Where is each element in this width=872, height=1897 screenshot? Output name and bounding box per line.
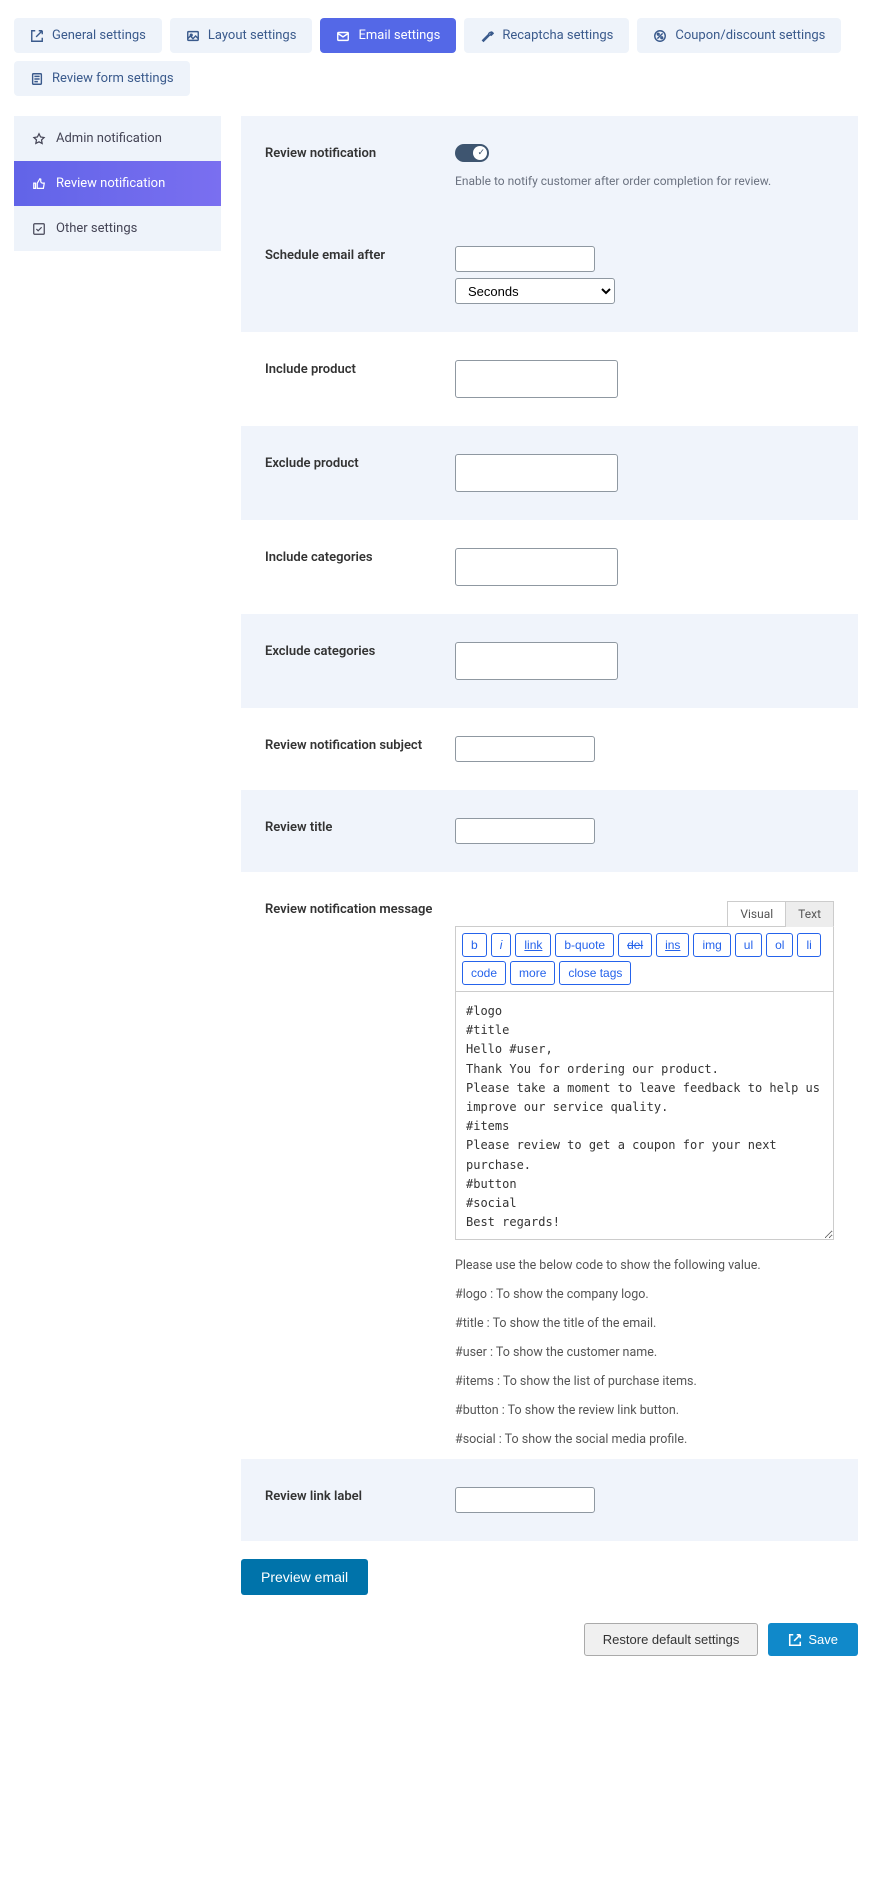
textarea-message[interactable]: #logo #title Hello #user, Thank You for …: [455, 992, 834, 1240]
row-include-product: Include product: [241, 332, 858, 426]
tbtn-ul[interactable]: ul: [735, 933, 762, 957]
top-tabs: General settings Layout settings Email s…: [14, 18, 858, 96]
tab-label: Recaptcha settings: [502, 28, 613, 43]
tbtn-close-tags[interactable]: close tags: [559, 961, 631, 985]
percent-icon: [653, 29, 667, 43]
sidebar: Admin notification Review notification O…: [14, 116, 221, 1656]
editor-toolbar: b i link b-quote del ins img ul ol li co…: [455, 926, 834, 992]
editor-tabs: Visual Text: [455, 900, 834, 926]
input-include-categories[interactable]: [455, 548, 618, 586]
tbtn-italic[interactable]: i: [491, 933, 512, 957]
tbtn-link[interactable]: link: [515, 933, 551, 957]
row-message: Review notification message Visual Text …: [241, 872, 858, 1459]
sidebar-label: Other settings: [56, 221, 137, 236]
tab-email-settings[interactable]: Email settings: [320, 18, 456, 53]
star-icon: [32, 132, 46, 146]
sidebar-label: Review notification: [56, 176, 165, 191]
save-label: Save: [808, 1632, 838, 1647]
tbtn-del[interactable]: del: [618, 933, 652, 957]
input-exclude-categories[interactable]: [455, 642, 618, 680]
footer-actions: Restore default settings Save: [241, 1623, 858, 1656]
restore-defaults-button[interactable]: Restore default settings: [584, 1623, 759, 1656]
tbtn-li[interactable]: li: [797, 933, 820, 957]
label-include-product: Include product: [265, 360, 435, 398]
arrow-in-icon: [30, 29, 44, 43]
row-exclude-categories: Exclude categories: [241, 614, 858, 708]
help-button: #button : To show the review link button…: [455, 1403, 834, 1418]
tab-layout-settings[interactable]: Layout settings: [170, 18, 313, 53]
tab-general-settings[interactable]: General settings: [14, 18, 162, 53]
tbtn-ol[interactable]: ol: [766, 933, 793, 957]
help-user: #user : To show the customer name.: [455, 1345, 834, 1360]
form-icon: [30, 72, 44, 86]
label-title: Review title: [265, 818, 435, 844]
tab-label: Email settings: [358, 28, 440, 43]
input-exclude-product[interactable]: [455, 454, 618, 492]
sidebar-label: Admin notification: [56, 131, 162, 146]
label-review-notification: Review notification: [265, 144, 435, 190]
toggle-review-notification[interactable]: [455, 144, 489, 162]
tbtn-bold[interactable]: b: [462, 933, 487, 957]
input-include-product[interactable]: [455, 360, 618, 398]
preview-email-button[interactable]: Preview email: [241, 1559, 368, 1595]
help-title: #title : To show the title of the email.: [455, 1316, 834, 1331]
row-schedule-email: Schedule email after Seconds: [241, 218, 858, 332]
input-title[interactable]: [455, 818, 595, 844]
help-intro: Please use the below code to show the fo…: [455, 1258, 834, 1273]
desc-review-notification: Enable to notify customer after order co…: [455, 172, 834, 190]
sidebar-review-notification[interactable]: Review notification: [14, 161, 221, 206]
sidebar-other-settings[interactable]: Other settings: [14, 206, 221, 251]
help-items: #items : To show the list of purchase it…: [455, 1374, 834, 1389]
editor-tab-visual[interactable]: Visual: [727, 901, 786, 927]
label-schedule-email: Schedule email after: [265, 246, 435, 304]
input-link-label[interactable]: [455, 1487, 595, 1513]
picture-icon: [186, 29, 200, 43]
tab-label: Review form settings: [52, 71, 174, 86]
help-block: Please use the below code to show the fo…: [455, 1258, 834, 1447]
label-message: Review notification message: [265, 900, 435, 1447]
select-schedule-unit[interactable]: Seconds: [455, 278, 615, 304]
tbtn-more[interactable]: more: [510, 961, 555, 985]
tab-coupon-settings[interactable]: Coupon/discount settings: [637, 18, 841, 53]
input-subject[interactable]: [455, 736, 595, 762]
save-arrow-icon: [788, 1633, 802, 1647]
thumb-up-icon: [32, 177, 46, 191]
tab-label: General settings: [52, 28, 146, 43]
tab-label: Coupon/discount settings: [675, 28, 825, 43]
row-title: Review title: [241, 790, 858, 872]
label-exclude-product: Exclude product: [265, 454, 435, 492]
label-include-categories: Include categories: [265, 548, 435, 586]
row-review-notification: Review notification Enable to notify cus…: [241, 116, 858, 218]
tbtn-img[interactable]: img: [693, 933, 730, 957]
main-panel: Review notification Enable to notify cus…: [241, 116, 858, 1656]
save-button[interactable]: Save: [768, 1623, 858, 1656]
tbtn-code[interactable]: code: [462, 961, 506, 985]
tbtn-bquote[interactable]: b-quote: [555, 933, 614, 957]
help-social: #social : To show the social media profi…: [455, 1432, 834, 1447]
row-subject: Review notification subject: [241, 708, 858, 790]
tab-label: Layout settings: [208, 28, 297, 43]
mail-icon: [336, 29, 350, 43]
wrench-icon: [480, 29, 494, 43]
label-link-label: Review link label: [265, 1487, 435, 1513]
label-exclude-categories: Exclude categories: [265, 642, 435, 680]
row-exclude-product: Exclude product: [241, 426, 858, 520]
tbtn-ins[interactable]: ins: [656, 933, 689, 957]
tab-recaptcha-settings[interactable]: Recaptcha settings: [464, 18, 629, 53]
row-include-categories: Include categories: [241, 520, 858, 614]
sidebar-admin-notification[interactable]: Admin notification: [14, 116, 221, 161]
row-link-label: Review link label: [241, 1459, 858, 1541]
editor-tab-text[interactable]: Text: [786, 901, 834, 927]
input-schedule-value[interactable]: [455, 246, 595, 272]
help-logo: #logo : To show the company logo.: [455, 1287, 834, 1302]
label-subject: Review notification subject: [265, 736, 435, 762]
tab-review-form-settings[interactable]: Review form settings: [14, 61, 190, 96]
check-square-icon: [32, 222, 46, 236]
